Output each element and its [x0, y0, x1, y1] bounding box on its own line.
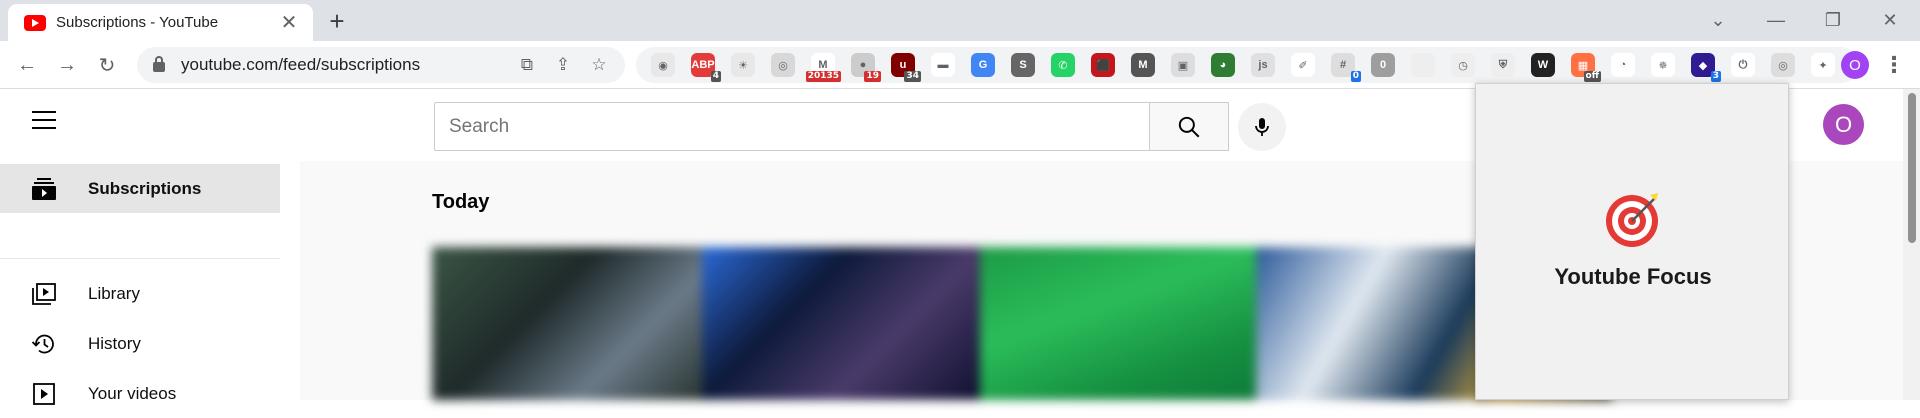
extension-badge: 4	[710, 71, 721, 82]
scrollbar-thumb[interactable]	[1908, 93, 1916, 243]
minimize-button[interactable]: —	[1748, 0, 1804, 41]
close-window-button[interactable]: ✕	[1862, 0, 1918, 41]
extension-badge: 0	[1350, 71, 1361, 82]
power-icon[interactable]: ⏻	[1731, 53, 1755, 77]
video-thumbnail[interactable]	[702, 247, 980, 400]
voice-search-button[interactable]	[1238, 103, 1286, 151]
open-in-app-icon[interactable]: ⧉	[513, 51, 541, 79]
sidebar-item-label: Library	[88, 283, 140, 303]
graduation-icon[interactable]: ◆ 3	[1691, 53, 1721, 82]
search-button[interactable]	[1149, 102, 1229, 151]
extension-popup: Youtube Focus	[1475, 83, 1789, 400]
extension-badge: off	[1583, 71, 1601, 82]
sidebar-item-subscriptions[interactable]: Subscriptions	[0, 164, 280, 213]
target-icon	[1606, 193, 1658, 247]
library-icon	[30, 282, 58, 306]
new-tab-button[interactable]: +	[322, 6, 352, 36]
forward-button[interactable]: →	[51, 49, 83, 81]
popup-title: Youtube Focus	[1554, 264, 1712, 289]
browser-menu-icon[interactable]: ⋮	[1880, 50, 1908, 80]
search-box[interactable]	[434, 102, 1150, 151]
camera-icon[interactable]: ◉	[651, 53, 675, 77]
sidebar-item-library[interactable]: Library	[0, 269, 280, 318]
sidebar-item-your-videos[interactable]: Your videos	[0, 369, 280, 418]
globe-icon[interactable]: ● 19	[851, 53, 881, 82]
restore-button[interactable]: ❐	[1805, 0, 1861, 41]
guide-menu-icon[interactable]	[32, 111, 56, 129]
whatsapp-icon[interactable]: ✆	[1051, 53, 1075, 77]
address-bar[interactable]: youtube.com/feed/subscriptions ⧉ ⇪ ☆	[137, 47, 625, 83]
extension-badge: 19	[864, 71, 881, 82]
translate-icon[interactable]: G	[971, 53, 995, 77]
gmail-icon[interactable]: M 20135	[805, 53, 841, 82]
sidebar: Subscriptions Library History Your video…	[0, 161, 280, 405]
earth-icon[interactable]: ◕	[1211, 53, 1235, 77]
browser-toolbar: ← → ↻ youtube.com/feed/subscriptions ⧉ ⇪…	[0, 41, 1920, 89]
video-thumbnail[interactable]	[980, 247, 1256, 400]
section-title: Today	[432, 191, 490, 213]
microphone-icon	[1255, 118, 1269, 136]
profile-button[interactable]: O	[1841, 51, 1869, 79]
search-ext-icon[interactable]: ▣	[1171, 53, 1195, 77]
s-icon[interactable]: S	[1011, 53, 1035, 77]
page-scrollbar[interactable]	[1903, 89, 1920, 400]
sidebar-item-label: Subscriptions	[88, 178, 202, 198]
url-text[interactable]: youtube.com/feed/subscriptions	[181, 55, 505, 75]
grid-icon[interactable]: ▦ off	[1571, 53, 1601, 82]
bookmark-star-icon[interactable]: ☆	[585, 51, 613, 79]
extensions-bar: ◉ ABP 4 ☀ ◎ M 20135 ● 19 u 34 ▬ G S ✆ ⬛ M ▣ ◕ js ✐ #0 0 ◷ ⛨ W ▦ off…	[636, 47, 1859, 83]
sidebar-item-label: History	[88, 333, 141, 353]
js-icon[interactable]: js	[1251, 53, 1275, 77]
clock-icon[interactable]: ◷	[1451, 53, 1475, 77]
pdf-icon[interactable]: ⬛	[1091, 53, 1115, 77]
puzzle-icon[interactable]: ✦	[1811, 53, 1835, 77]
sidebar-item-history[interactable]: History	[0, 319, 280, 368]
ublock-icon[interactable]: u 34	[891, 53, 921, 82]
tab-close-icon[interactable]: ✕	[279, 10, 299, 35]
spy-icon[interactable]: ◔	[1611, 53, 1635, 77]
search-icon	[1178, 116, 1200, 137]
video-thumbnails-row	[432, 247, 1612, 400]
chat-icon[interactable]: ◎	[771, 53, 795, 77]
bug-icon[interactable]: ✵	[1651, 53, 1675, 77]
subscriptions-icon	[30, 177, 58, 201]
reload-button[interactable]: ↻	[91, 49, 123, 81]
tab-search-icon[interactable]: ⌄	[1690, 0, 1746, 41]
back-button[interactable]: ←	[11, 49, 43, 81]
account-avatar[interactable]: O	[1823, 104, 1864, 145]
hash-icon[interactable]: #0	[1331, 53, 1361, 82]
youtube-favicon-icon	[24, 14, 46, 31]
extension-badge: 3	[1710, 71, 1721, 82]
sidebar-item-label: Your videos	[88, 383, 177, 403]
sidebar-divider	[0, 258, 280, 259]
zero-icon[interactable]: 0	[1371, 53, 1395, 77]
mask-icon[interactable]: ▬	[931, 53, 955, 77]
share-icon[interactable]: ⇪	[549, 51, 577, 79]
m-icon[interactable]: M	[1131, 53, 1155, 77]
your-videos-icon	[30, 382, 58, 406]
history-icon	[30, 332, 58, 356]
eyedropper-icon[interactable]: ✐	[1291, 53, 1315, 77]
shield-icon[interactable]: ⛨	[1491, 53, 1515, 77]
tab-strip: Subscriptions - YouTube ✕ + ⌄ — ❐ ✕	[0, 0, 1920, 41]
extension-badge: 34	[904, 71, 921, 82]
browser-tab[interactable]: Subscriptions - YouTube ✕	[8, 4, 313, 41]
extension-badge: 20135	[805, 71, 841, 82]
tab-title: Subscriptions - YouTube	[56, 14, 219, 31]
video-thumbnail[interactable]	[432, 247, 702, 400]
bulb-icon[interactable]: ☀	[731, 53, 755, 77]
adblock-icon[interactable]: ABP 4	[691, 53, 721, 82]
w-icon[interactable]: W	[1531, 53, 1555, 77]
target-ext-icon[interactable]: ◎	[1771, 53, 1795, 77]
blank-icon[interactable]	[1411, 53, 1435, 77]
lock-icon[interactable]	[153, 56, 165, 72]
search-input[interactable]	[449, 115, 1149, 138]
